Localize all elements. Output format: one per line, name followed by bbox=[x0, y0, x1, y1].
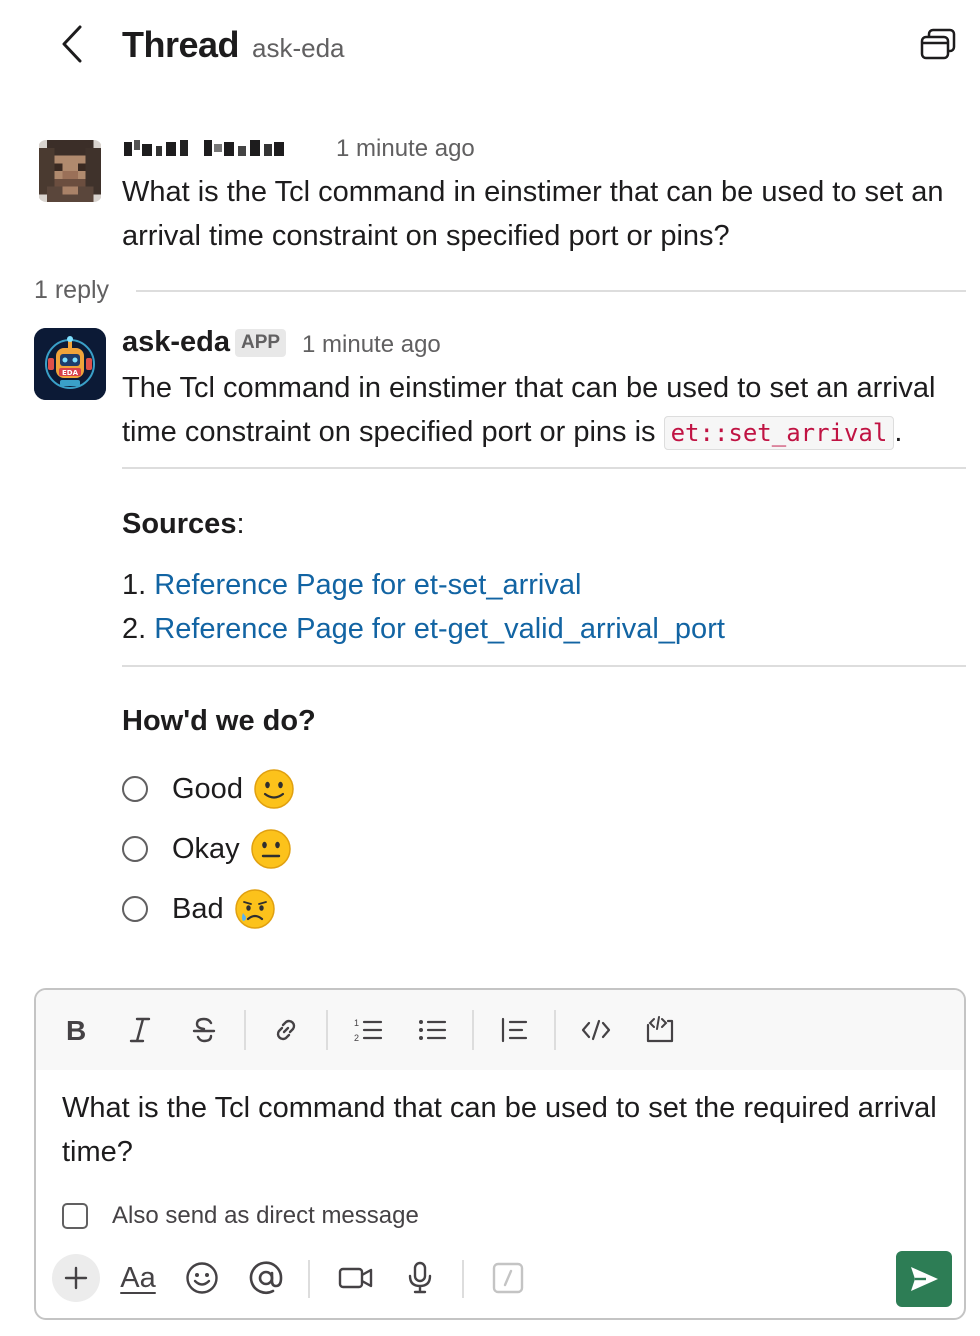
at-sign-icon bbox=[249, 1261, 283, 1294]
plus-icon bbox=[64, 1266, 88, 1290]
source-link[interactable]: Reference Page for et-set_arrival bbox=[154, 569, 581, 601]
back-button[interactable] bbox=[52, 22, 92, 66]
section-divider bbox=[122, 467, 966, 469]
feedback-option-okay[interactable]: Okay bbox=[122, 827, 292, 871]
microphone-icon bbox=[408, 1261, 432, 1294]
sources-heading-colon: : bbox=[236, 508, 245, 540]
message-composer: B 12 What is the Tcl command that can be… bbox=[34, 988, 966, 1320]
emoji-icon bbox=[186, 1262, 218, 1294]
video-clip-button[interactable] bbox=[332, 1254, 380, 1302]
blockquote-icon bbox=[501, 1017, 528, 1043]
reply-count: 1 reply bbox=[34, 276, 110, 304]
sources-heading: Sources: bbox=[122, 508, 245, 541]
blockquote-button[interactable] bbox=[492, 1008, 536, 1052]
source-number: 2. bbox=[122, 613, 147, 645]
link-button[interactable] bbox=[264, 1008, 308, 1052]
code-icon bbox=[581, 1019, 611, 1041]
strikethrough-icon bbox=[192, 1017, 216, 1043]
text-format-icon: Aa bbox=[120, 1261, 156, 1294]
toolbar-separator bbox=[244, 1010, 246, 1050]
reply-divider bbox=[136, 290, 966, 292]
eda-robot-icon: EDA bbox=[34, 328, 106, 400]
popout-icon bbox=[920, 28, 956, 60]
thread-title: Thread bbox=[122, 24, 240, 65]
strikethrough-button[interactable] bbox=[182, 1008, 226, 1052]
parent-message-text: What is the Tcl command in einstimer tha… bbox=[122, 176, 944, 252]
toolbar-separator bbox=[554, 1010, 556, 1050]
feedback-label: Bad bbox=[172, 892, 224, 925]
feedback-option-bad[interactable]: Bad bbox=[122, 887, 276, 931]
code-button[interactable] bbox=[574, 1008, 618, 1052]
toolbar-separator bbox=[326, 1010, 328, 1050]
section-divider bbox=[122, 665, 966, 667]
radio-button[interactable] bbox=[122, 836, 148, 862]
bold-icon: B bbox=[66, 1016, 86, 1044]
send-icon bbox=[911, 1267, 938, 1291]
mention-button[interactable] bbox=[242, 1254, 290, 1302]
feedback-heading: How'd we do? bbox=[122, 705, 316, 737]
bot-avatar[interactable]: EDA bbox=[34, 328, 106, 400]
toolbar-separator bbox=[462, 1260, 464, 1298]
formatting-toolbar: B 12 bbox=[36, 990, 964, 1070]
svg-text:B: B bbox=[66, 1016, 86, 1044]
slightly-smiling-face-icon bbox=[254, 769, 294, 809]
shortcuts-button[interactable] bbox=[484, 1254, 532, 1302]
source-number: 1. bbox=[122, 569, 147, 601]
slash-command-icon bbox=[492, 1262, 524, 1294]
radio-button[interactable] bbox=[122, 776, 148, 802]
italic-button[interactable] bbox=[118, 1008, 162, 1052]
bot-name[interactable]: ask-eda bbox=[122, 326, 230, 359]
channel-name[interactable]: ask-eda bbox=[252, 33, 345, 64]
feedback-label: Okay bbox=[172, 832, 240, 865]
message-timestamp[interactable]: 1 minute ago bbox=[336, 135, 475, 163]
chevron-left-icon bbox=[62, 25, 82, 63]
bulleted-list-icon bbox=[419, 1020, 447, 1040]
svg-text:2: 2 bbox=[354, 1033, 359, 1043]
avatar-label: EDA bbox=[62, 369, 79, 377]
source-link[interactable]: Reference Page for et-get_valid_arrival_… bbox=[154, 613, 725, 645]
numbered-list-icon: 12 bbox=[354, 1018, 383, 1043]
reply-text-end: . bbox=[894, 416, 903, 448]
source-item: 2. Reference Page for et-get_valid_arriv… bbox=[122, 611, 725, 647]
video-camera-icon bbox=[338, 1267, 373, 1289]
redacted-user-name[interactable] bbox=[122, 136, 294, 162]
inline-code: et::set_arrival bbox=[663, 416, 895, 450]
radio-button[interactable] bbox=[122, 896, 148, 922]
feedback-label: Good bbox=[172, 772, 243, 805]
emoji-button[interactable] bbox=[178, 1254, 226, 1302]
message-input[interactable]: What is the Tcl command that can be used… bbox=[62, 1086, 942, 1174]
italic-icon bbox=[129, 1017, 151, 1043]
audio-clip-button[interactable] bbox=[396, 1254, 444, 1302]
code-block-button[interactable] bbox=[638, 1008, 682, 1052]
dm-checkbox[interactable] bbox=[62, 1203, 88, 1229]
link-icon bbox=[276, 1019, 296, 1041]
sources-heading-text: Sources bbox=[122, 508, 237, 540]
app-badge: APP bbox=[235, 329, 287, 357]
send-button[interactable] bbox=[896, 1251, 952, 1307]
bulleted-list-button[interactable] bbox=[410, 1008, 454, 1052]
formatting-toggle-button[interactable]: Aa bbox=[114, 1254, 162, 1302]
feedback-option-good[interactable]: Good bbox=[122, 767, 295, 811]
toolbar-separator bbox=[308, 1260, 310, 1298]
user-avatar[interactable] bbox=[38, 140, 102, 202]
numbered-list-button[interactable]: 12 bbox=[346, 1008, 390, 1052]
toolbar-separator bbox=[472, 1010, 474, 1050]
user-avatar-image bbox=[39, 140, 101, 202]
reply-timestamp[interactable]: 1 minute ago bbox=[302, 331, 441, 359]
thread-header: Thread ask-eda bbox=[0, 0, 980, 90]
neutral-face-icon bbox=[250, 829, 291, 869]
reply-message-text: The Tcl command in einstimer that can be… bbox=[122, 366, 972, 455]
attach-button[interactable] bbox=[52, 1254, 100, 1302]
open-in-window-button[interactable] bbox=[916, 24, 960, 64]
also-send-dm-option[interactable]: Also send as direct message bbox=[62, 1202, 419, 1230]
dm-checkbox-label: Also send as direct message bbox=[112, 1202, 419, 1229]
crying-face-icon bbox=[234, 889, 275, 929]
code-block-icon bbox=[646, 1016, 674, 1043]
bold-button[interactable]: B bbox=[54, 1008, 98, 1052]
source-item: 1. Reference Page for et-set_arrival bbox=[122, 567, 581, 603]
svg-text:1: 1 bbox=[354, 1018, 359, 1028]
